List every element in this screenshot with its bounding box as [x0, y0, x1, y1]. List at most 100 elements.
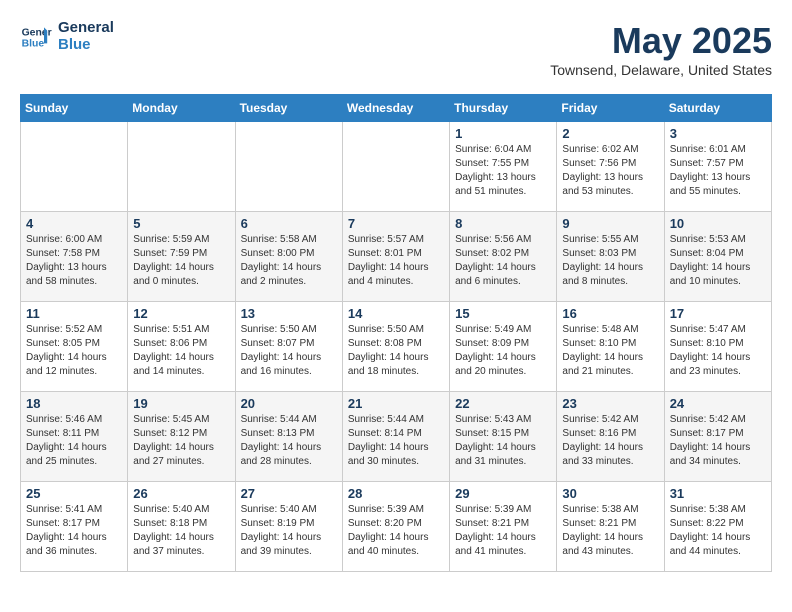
calendar-week-5: 25Sunrise: 5:41 AM Sunset: 8:17 PM Dayli…: [21, 482, 772, 572]
day-info: Sunrise: 5:57 AM Sunset: 8:01 PM Dayligh…: [348, 233, 444, 289]
logo-text-line2: Blue: [58, 37, 114, 54]
day-number: 13: [241, 306, 337, 321]
day-number: 25: [26, 486, 122, 501]
day-number: 2: [562, 126, 658, 141]
calendar-cell: 9 Sunrise: 5:55 AM Sunset: 8:03 PM Daylig…: [557, 212, 664, 302]
location-subtitle: Townsend, Delaware, United States: [550, 62, 772, 78]
calendar-cell: [21, 122, 128, 212]
calendar-cell: 24 Sunrise: 5:42 AM Sunset: 8:17 PM Dayli…: [664, 392, 771, 482]
header-day-monday: Monday: [128, 95, 235, 122]
day-number: 14: [348, 306, 444, 321]
calendar-cell: 19 Sunrise: 5:45 AM Sunset: 8:12 PM Dayli…: [128, 392, 235, 482]
day-number: 19: [133, 396, 229, 411]
calendar-cell: [128, 122, 235, 212]
day-info: Sunrise: 5:50 AM Sunset: 8:08 PM Dayligh…: [348, 323, 444, 379]
svg-text:General: General: [22, 27, 52, 38]
day-info: Sunrise: 5:43 AM Sunset: 8:15 PM Dayligh…: [455, 413, 551, 469]
day-info: Sunrise: 5:40 AM Sunset: 8:18 PM Dayligh…: [133, 503, 229, 559]
day-number: 17: [670, 306, 766, 321]
day-info: Sunrise: 5:53 AM Sunset: 8:04 PM Dayligh…: [670, 233, 766, 289]
day-number: 24: [670, 396, 766, 411]
day-info: Sunrise: 5:52 AM Sunset: 8:05 PM Dayligh…: [26, 323, 122, 379]
day-info: Sunrise: 5:39 AM Sunset: 8:21 PM Dayligh…: [455, 503, 551, 559]
calendar-cell: 7 Sunrise: 5:57 AM Sunset: 8:01 PM Daylig…: [342, 212, 449, 302]
calendar-cell: 20Sunrise: 5:44 AM Sunset: 8:13 PM Dayli…: [235, 392, 342, 482]
calendar-cell: 31 Sunrise: 5:38 AM Sunset: 8:22 PM Dayli…: [664, 482, 771, 572]
day-info: Sunrise: 5:39 AM Sunset: 8:20 PM Dayligh…: [348, 503, 444, 559]
day-number: 10: [670, 216, 766, 231]
day-number: 4: [26, 216, 122, 231]
day-number: 22: [455, 396, 551, 411]
day-info: Sunrise: 5:38 AM Sunset: 8:22 PM Dayligh…: [670, 503, 766, 559]
calendar-cell: 14 Sunrise: 5:50 AM Sunset: 8:08 PM Dayli…: [342, 302, 449, 392]
calendar-cell: 22 Sunrise: 5:43 AM Sunset: 8:15 PM Dayli…: [450, 392, 557, 482]
calendar-cell: [235, 122, 342, 212]
day-info: Sunrise: 5:55 AM Sunset: 8:03 PM Dayligh…: [562, 233, 658, 289]
day-info: Sunrise: 5:38 AM Sunset: 8:21 PM Dayligh…: [562, 503, 658, 559]
day-number: 16: [562, 306, 658, 321]
day-number: 15: [455, 306, 551, 321]
calendar-cell: 5Sunrise: 5:59 AM Sunset: 7:59 PM Daylig…: [128, 212, 235, 302]
day-number: 29: [455, 486, 551, 501]
calendar-cell: 1 Sunrise: 6:04 AM Sunset: 7:55 PM Daylig…: [450, 122, 557, 212]
logo-icon: General Blue: [20, 21, 52, 53]
calendar-cell: 3 Sunrise: 6:01 AM Sunset: 7:57 PM Daylig…: [664, 122, 771, 212]
day-number: 8: [455, 216, 551, 231]
day-number: 23: [562, 396, 658, 411]
calendar-week-2: 4Sunrise: 6:00 AM Sunset: 7:58 PM Daylig…: [21, 212, 772, 302]
day-info: Sunrise: 5:47 AM Sunset: 8:10 PM Dayligh…: [670, 323, 766, 379]
day-number: 1: [455, 126, 551, 141]
day-info: Sunrise: 6:01 AM Sunset: 7:57 PM Dayligh…: [670, 143, 766, 199]
day-number: 7: [348, 216, 444, 231]
day-info: Sunrise: 5:50 AM Sunset: 8:07 PM Dayligh…: [241, 323, 337, 379]
day-number: 20: [241, 396, 337, 411]
calendar-cell: 26 Sunrise: 5:40 AM Sunset: 8:18 PM Dayli…: [128, 482, 235, 572]
calendar-week-4: 18Sunrise: 5:46 AM Sunset: 8:11 PM Dayli…: [21, 392, 772, 482]
calendar-cell: 15Sunrise: 5:49 AM Sunset: 8:09 PM Dayli…: [450, 302, 557, 392]
day-number: 27: [241, 486, 337, 501]
calendar-week-3: 11 Sunrise: 5:52 AM Sunset: 8:05 PM Dayli…: [21, 302, 772, 392]
calendar-body: 1 Sunrise: 6:04 AM Sunset: 7:55 PM Daylig…: [21, 122, 772, 572]
calendar-cell: 11 Sunrise: 5:52 AM Sunset: 8:05 PM Dayli…: [21, 302, 128, 392]
calendar-cell: 13 Sunrise: 5:50 AM Sunset: 8:07 PM Dayli…: [235, 302, 342, 392]
header-row: SundayMondayTuesdayWednesdayThursdayFrid…: [21, 95, 772, 122]
calendar-cell: 25Sunrise: 5:41 AM Sunset: 8:17 PM Dayli…: [21, 482, 128, 572]
day-number: 28: [348, 486, 444, 501]
calendar-cell: 12Sunrise: 5:51 AM Sunset: 8:06 PM Dayli…: [128, 302, 235, 392]
calendar-week-1: 1 Sunrise: 6:04 AM Sunset: 7:55 PM Daylig…: [21, 122, 772, 212]
calendar-cell: 2 Sunrise: 6:02 AM Sunset: 7:56 PM Daylig…: [557, 122, 664, 212]
day-number: 30: [562, 486, 658, 501]
header-day-sunday: Sunday: [21, 95, 128, 122]
day-info: Sunrise: 6:02 AM Sunset: 7:56 PM Dayligh…: [562, 143, 658, 199]
day-info: Sunrise: 5:44 AM Sunset: 8:14 PM Dayligh…: [348, 413, 444, 469]
day-info: Sunrise: 5:42 AM Sunset: 8:16 PM Dayligh…: [562, 413, 658, 469]
day-info: Sunrise: 5:59 AM Sunset: 7:59 PM Dayligh…: [133, 233, 229, 289]
title-block: May 2025 Townsend, Delaware, United Stat…: [550, 20, 772, 78]
calendar-cell: 8 Sunrise: 5:56 AM Sunset: 8:02 PM Daylig…: [450, 212, 557, 302]
day-info: Sunrise: 6:04 AM Sunset: 7:55 PM Dayligh…: [455, 143, 551, 199]
header-day-saturday: Saturday: [664, 95, 771, 122]
day-number: 31: [670, 486, 766, 501]
day-number: 3: [670, 126, 766, 141]
day-number: 6: [241, 216, 337, 231]
day-info: Sunrise: 5:42 AM Sunset: 8:17 PM Dayligh…: [670, 413, 766, 469]
day-number: 11: [26, 306, 122, 321]
day-number: 26: [133, 486, 229, 501]
logo: General Blue General Blue: [20, 20, 114, 53]
calendar-cell: 28 Sunrise: 5:39 AM Sunset: 8:20 PM Dayli…: [342, 482, 449, 572]
page-header: General Blue General Blue May 2025 Towns…: [20, 20, 772, 78]
day-number: 18: [26, 396, 122, 411]
header-day-friday: Friday: [557, 95, 664, 122]
svg-text:Blue: Blue: [22, 38, 45, 49]
header-day-thursday: Thursday: [450, 95, 557, 122]
day-number: 21: [348, 396, 444, 411]
day-info: Sunrise: 5:56 AM Sunset: 8:02 PM Dayligh…: [455, 233, 551, 289]
calendar-cell: 29 Sunrise: 5:39 AM Sunset: 8:21 PM Dayli…: [450, 482, 557, 572]
calendar-cell: 17 Sunrise: 5:47 AM Sunset: 8:10 PM Dayli…: [664, 302, 771, 392]
calendar-cell: 18Sunrise: 5:46 AM Sunset: 8:11 PM Dayli…: [21, 392, 128, 482]
day-number: 9: [562, 216, 658, 231]
day-info: Sunrise: 5:40 AM Sunset: 8:19 PM Dayligh…: [241, 503, 337, 559]
calendar-cell: 4Sunrise: 6:00 AM Sunset: 7:58 PM Daylig…: [21, 212, 128, 302]
day-info: Sunrise: 5:45 AM Sunset: 8:12 PM Dayligh…: [133, 413, 229, 469]
day-number: 12: [133, 306, 229, 321]
